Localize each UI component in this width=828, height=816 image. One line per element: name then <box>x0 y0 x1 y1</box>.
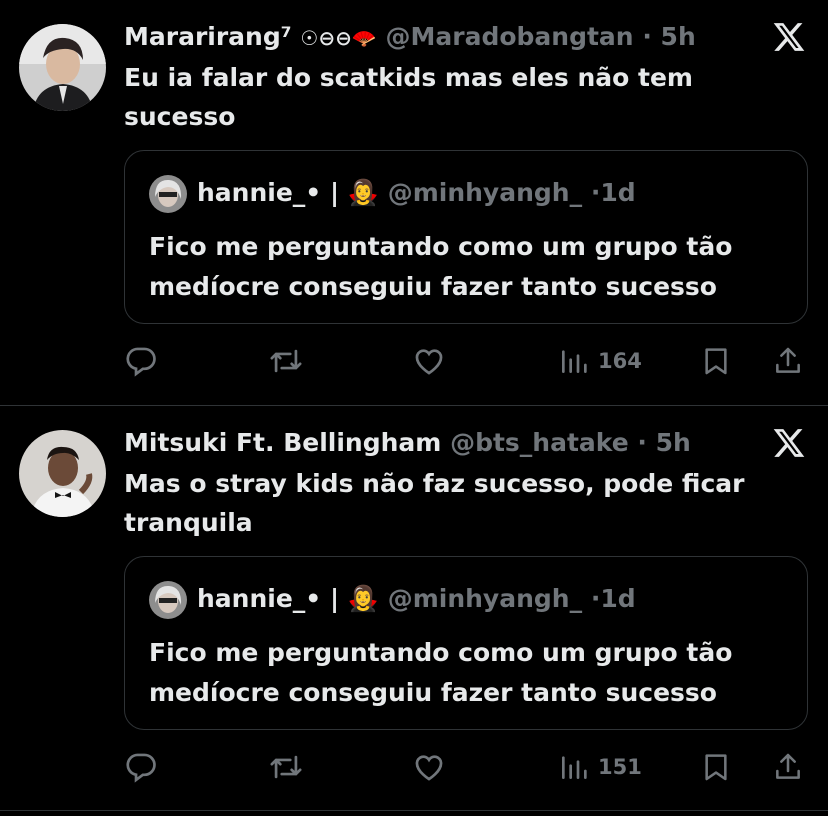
quote-avatar[interactable] <box>149 581 187 619</box>
tweet-text: Eu ia falar do scatkids mas eles não tem… <box>124 63 693 131</box>
tweet-divider <box>0 810 828 811</box>
quote-display-name[interactable]: hannie_• <box>197 584 321 613</box>
quote-emoji: 🧛‍♀️ <box>347 178 379 207</box>
quote-separator: | <box>330 584 340 613</box>
quote-dot: · <box>590 178 601 207</box>
avatar[interactable] <box>19 430 106 517</box>
share-button[interactable] <box>772 747 804 787</box>
dot-separator: · <box>637 428 647 457</box>
quote-display-name[interactable]: hannie_• <box>197 178 321 207</box>
like-icon <box>412 750 446 784</box>
x-logo-icon[interactable] <box>772 20 806 54</box>
quote-handle[interactable]: @minhyangh_ <box>388 178 582 207</box>
quote-timestamp[interactable]: 1d <box>600 584 635 613</box>
tweet[interactable]: Mararirang⁷ ☉⊖⊖🪭 @Maradobangtan · 5h Eu … <box>0 0 828 405</box>
like-button[interactable] <box>412 747 446 787</box>
like-button[interactable] <box>412 341 446 381</box>
reply-icon <box>124 750 158 784</box>
quote-text: Fico me perguntando como um grupo tão me… <box>149 232 733 301</box>
tweet-text: Mas o stray kids não faz sucesso, pode f… <box>124 469 745 537</box>
avatar[interactable] <box>19 24 106 111</box>
retweet-button[interactable] <box>268 747 304 787</box>
quote-avatar[interactable] <box>149 175 187 213</box>
quote-dot: · <box>590 584 601 613</box>
share-icon <box>772 344 804 378</box>
display-name[interactable]: Mitsuki Ft. Bellingham <box>124 428 441 457</box>
action-bar: 164 <box>124 341 814 381</box>
action-bar: 151 <box>124 747 814 787</box>
views-count: 164 <box>598 349 642 373</box>
quote-header: hannie_• | 🧛‍♀️ @minhyangh_ ·1d <box>149 175 636 213</box>
like-icon <box>412 344 446 378</box>
views-button[interactable]: 164 <box>558 341 642 381</box>
retweet-icon <box>268 750 304 784</box>
x-logo-icon[interactable] <box>772 426 806 460</box>
share-icon <box>772 750 804 784</box>
bookmark-button[interactable] <box>700 747 732 787</box>
quote-separator: | <box>330 178 340 207</box>
handle[interactable]: @bts_hatake <box>450 428 629 457</box>
views-count: 151 <box>598 755 642 779</box>
quoted-tweet[interactable]: hannie_• | 🧛‍♀️ @minhyangh_ ·1d Fico me … <box>124 556 808 730</box>
timestamp[interactable]: 5h <box>661 22 696 51</box>
tweet[interactable]: Mitsuki Ft. Bellingham @bts_hatake · 5h … <box>0 406 828 811</box>
quoted-tweet[interactable]: hannie_• | 🧛‍♀️ @minhyangh_ ·1d Fico me … <box>124 150 808 324</box>
quote-handle[interactable]: @minhyangh_ <box>388 584 582 613</box>
bookmark-button[interactable] <box>700 341 732 381</box>
quote-text: Fico me perguntando como um grupo tão me… <box>149 638 733 707</box>
tweet-header: Mararirang⁷ ☉⊖⊖🪭 @Maradobangtan · 5h <box>124 20 696 55</box>
dot-separator: · <box>642 22 652 51</box>
reply-button[interactable] <box>124 341 158 381</box>
quote-header: hannie_• | 🧛‍♀️ @minhyangh_ ·1d <box>149 581 636 619</box>
display-name[interactable]: Mararirang⁷ <box>124 22 292 51</box>
views-icon <box>558 345 590 377</box>
tweet-header: Mitsuki Ft. Bellingham @bts_hatake · 5h <box>124 426 691 460</box>
views-button[interactable]: 151 <box>558 747 642 787</box>
reply-icon <box>124 344 158 378</box>
handle[interactable]: @Maradobangtan <box>386 22 634 51</box>
bookmark-icon <box>700 344 732 378</box>
share-button[interactable] <box>772 341 804 381</box>
quote-timestamp[interactable]: 1d <box>600 178 635 207</box>
views-icon <box>558 751 590 783</box>
bookmark-icon <box>700 750 732 784</box>
reply-button[interactable] <box>124 747 158 787</box>
retweet-button[interactable] <box>268 341 304 381</box>
retweet-icon <box>268 344 304 378</box>
name-badge: ☉⊖⊖🪭 <box>300 26 377 50</box>
quote-emoji: 🧛‍♀️ <box>347 584 379 613</box>
timestamp[interactable]: 5h <box>656 428 691 457</box>
